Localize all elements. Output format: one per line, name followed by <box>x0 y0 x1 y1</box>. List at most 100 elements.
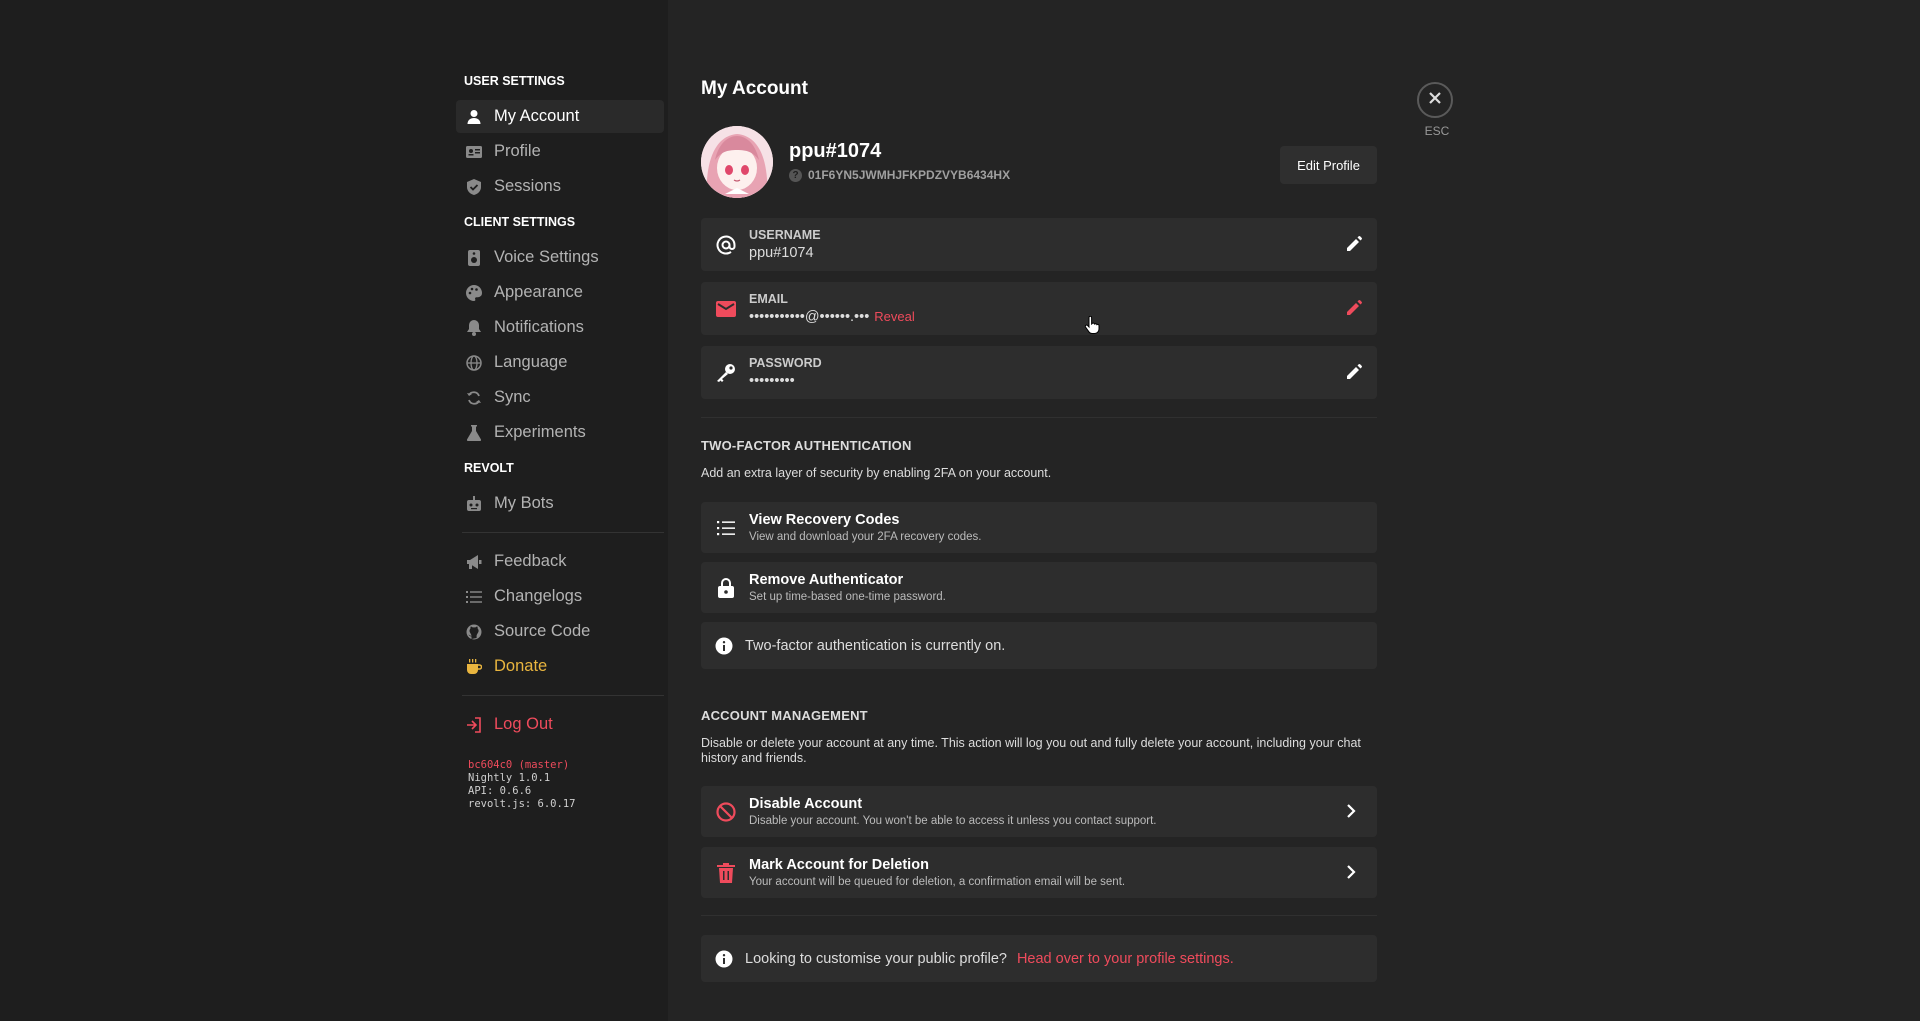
row-subtitle: Disable your account. You won't be able … <box>749 815 1157 827</box>
sidebar-item-label: Source Code <box>494 622 591 640</box>
sidebar-item-label: Sync <box>494 388 531 406</box>
sidebar-item-label: Changelogs <box>494 587 583 605</box>
row-subtitle: Your account will be queued for deletion… <box>749 876 1126 888</box>
palette-icon <box>466 284 482 301</box>
two-factor-status: Two-factor authentication is currently o… <box>701 622 1377 669</box>
username-value: ppu#1074 <box>749 245 814 261</box>
sidebar-divider <box>462 532 664 533</box>
logout-icon <box>466 716 482 733</box>
row-title: View Recovery Codes <box>749 512 900 528</box>
reveal-email-link[interactable]: Reveal <box>874 309 914 324</box>
bell-icon <box>466 319 482 336</box>
version-nightly: Nightly 1.0.1 <box>468 772 551 784</box>
row-title: Disable Account <box>749 796 863 812</box>
page-title: My Account <box>701 78 808 99</box>
profile-hint-text: Looking to customise your public profile… <box>745 950 1007 967</box>
email-field: EMAIL •••••••••••@••••••.••• Reveal <box>701 282 1377 335</box>
profile-user-id: ? 01F6YN5JWMHJFKPDZVYB6434HX <box>789 168 1010 182</box>
username-field: USERNAME ppu#1074 <box>701 218 1377 271</box>
info-icon <box>715 950 733 968</box>
password-field: PASSWORD ••••••••• <box>701 346 1377 399</box>
edit-password-pencil-icon[interactable] <box>1345 363 1363 381</box>
speaker-icon <box>466 249 482 266</box>
edit-email-pencil-icon[interactable] <box>1345 299 1363 317</box>
section-divider <box>701 915 1377 916</box>
help-icon[interactable]: ? <box>789 168 802 182</box>
sidebar-item-label: Language <box>494 353 568 371</box>
id-card-icon <box>466 144 482 160</box>
row-title: Remove Authenticator <box>749 572 904 588</box>
sidebar-item-experiments[interactable]: Experiments <box>456 416 664 449</box>
mark-account-for-deletion-button[interactable]: Mark Account for Deletion Your account w… <box>701 847 1377 898</box>
sidebar-item-label: Log Out <box>494 715 553 733</box>
profile-username: ppu#1074 <box>789 140 882 162</box>
version-api: API: 0.6.6 <box>468 785 532 797</box>
sidebar-item-donate[interactable]: Donate <box>456 650 664 683</box>
key-icon <box>715 362 737 384</box>
password-value: ••••••••• <box>749 373 795 389</box>
at-icon <box>715 234 737 256</box>
username-label: USERNAME <box>749 228 821 242</box>
email-value: •••••••••••@••••••.••• <box>749 309 870 325</box>
sidebar-item-log-out[interactable]: Log Out <box>456 708 664 741</box>
sidebar-item-notifications[interactable]: Notifications <box>456 311 664 344</box>
sidebar-item-my-bots[interactable]: My Bots <box>456 487 664 520</box>
megaphone-icon <box>466 554 482 570</box>
email-value-wrap: •••••••••••@••••••.••• Reveal <box>749 309 915 325</box>
row-subtitle: Set up time-based one-time password. <box>749 591 946 603</box>
row-title: Mark Account for Deletion <box>749 857 929 873</box>
disable-account-button[interactable]: Disable Account Disable your account. Yo… <box>701 786 1377 837</box>
account-management-description: Disable or delete your account at any ti… <box>701 736 1361 765</box>
sidebar-item-voice-settings[interactable]: Voice Settings <box>456 241 664 274</box>
profile-settings-link[interactable]: Head over to your profile settings. <box>1017 951 1234 967</box>
row-subtitle: View and download your 2FA recovery code… <box>749 531 982 543</box>
sidebar-item-changelogs[interactable]: Changelogs <box>456 580 664 613</box>
chevron-right-icon <box>1345 804 1357 818</box>
user-icon <box>466 109 482 125</box>
list-icon <box>466 589 482 605</box>
sidebar-item-language[interactable]: Language <box>456 346 664 379</box>
edit-username-pencil-icon[interactable] <box>1345 235 1363 253</box>
globe-icon <box>466 354 482 371</box>
sidebar-divider <box>462 695 664 696</box>
close-icon <box>1428 91 1442 110</box>
sidebar-item-label: Sessions <box>494 177 561 195</box>
sidebar-item-label: Profile <box>494 142 541 160</box>
sidebar-item-label: Voice Settings <box>494 248 599 266</box>
list-icon <box>715 517 737 539</box>
sidebar-item-my-account[interactable]: My Account <box>456 100 664 133</box>
block-icon <box>715 801 737 823</box>
user-id-text: 01F6YN5JWMHJFKPDZVYB6434HX <box>808 168 1011 182</box>
profile-settings-hint: Looking to customise your public profile… <box>701 935 1377 982</box>
sidebar-item-label: Experiments <box>494 423 586 441</box>
two-factor-title: TWO-FACTOR AUTHENTICATION <box>701 438 912 453</box>
sidebar-item-source-code[interactable]: Source Code <box>456 615 664 648</box>
sidebar-item-label: Feedback <box>494 552 567 570</box>
sidebar-item-label: My Bots <box>494 494 554 512</box>
mail-icon <box>715 298 737 320</box>
email-label: EMAIL <box>749 292 788 306</box>
category-revolt: REVOLT <box>464 461 514 475</box>
version-revoltjs: revolt.js: 6.0.17 <box>468 798 576 810</box>
sidebar-nav: USER SETTINGS My Account Profile Session… <box>456 72 664 811</box>
close-button[interactable] <box>1417 82 1453 118</box>
sidebar-item-profile[interactable]: Profile <box>456 135 664 168</box>
avatar <box>701 126 773 198</box>
two-factor-description: Add an extra layer of security by enabli… <box>701 466 1052 480</box>
sidebar-item-label: Donate <box>494 657 548 675</box>
version-info: bc604c0 (master) Nightly 1.0.1 API: 0.6.… <box>468 759 664 811</box>
password-label: PASSWORD <box>749 356 822 370</box>
sidebar-item-appearance[interactable]: Appearance <box>456 276 664 309</box>
sidebar-item-label: Appearance <box>494 283 583 301</box>
lock-icon <box>715 577 737 599</box>
sidebar-item-feedback[interactable]: Feedback <box>456 545 664 578</box>
view-recovery-codes-button[interactable]: View Recovery Codes View and download yo… <box>701 502 1377 553</box>
remove-authenticator-button[interactable]: Remove Authenticator Set up time-based o… <box>701 562 1377 613</box>
chevron-right-icon <box>1345 865 1357 879</box>
coffee-icon <box>466 658 482 675</box>
edit-profile-button[interactable]: Edit Profile <box>1280 146 1377 184</box>
shield-check-icon <box>466 178 482 195</box>
sidebar-item-sync[interactable]: Sync <box>456 381 664 414</box>
sidebar-item-sessions[interactable]: Sessions <box>456 170 664 203</box>
robot-icon <box>466 495 482 512</box>
